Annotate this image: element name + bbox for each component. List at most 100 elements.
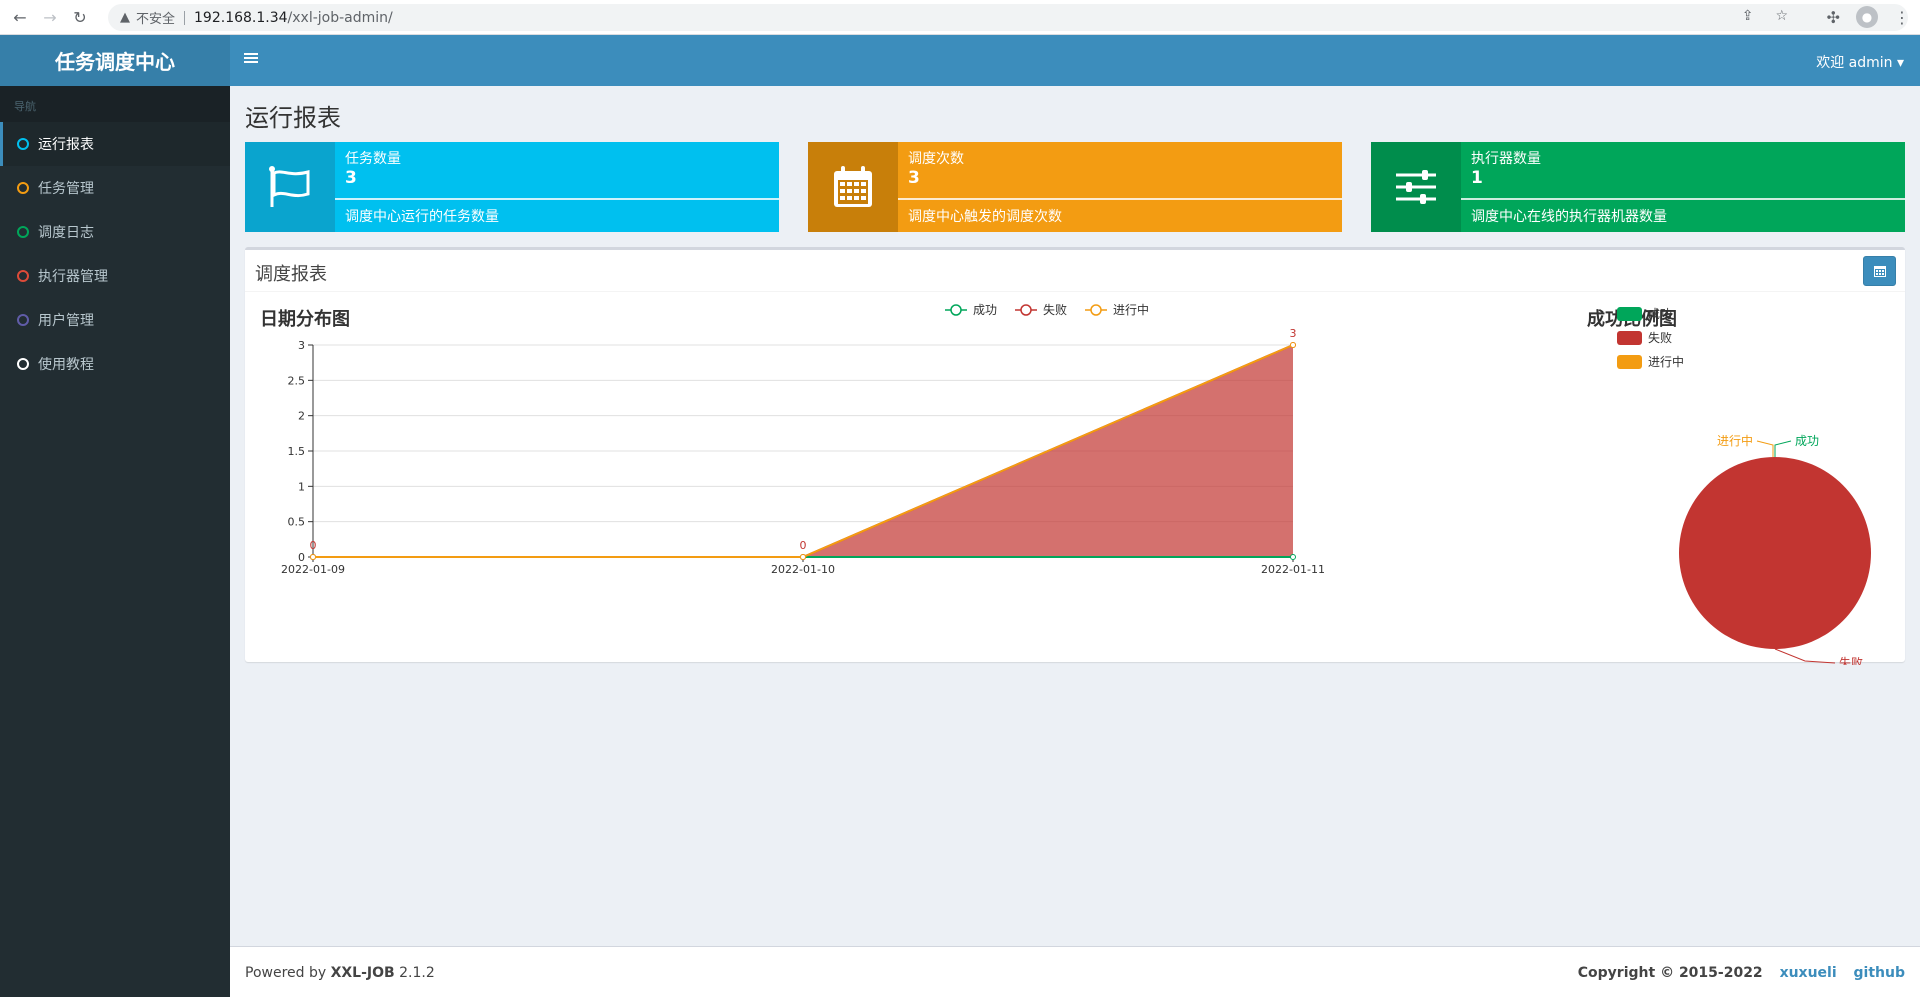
legend-label: 进行中 [1113, 302, 1149, 317]
profile-avatar-icon[interactable]: ● [1856, 6, 1878, 28]
y-tick-label: 0.5 [288, 516, 306, 529]
address-bar[interactable]: ▲ 不安全 192.168.1.34/xxl-job-admin/ ⇪ ☆ [108, 4, 1908, 31]
circle-icon [17, 138, 29, 150]
legend-swatch [1617, 307, 1642, 321]
warning-icon[interactable]: ▲ [120, 10, 130, 25]
calendar-small-icon [1873, 266, 1886, 277]
x-tick-label: 2022-01-10 [771, 563, 835, 576]
pie-chart: 成功失败进行中成功失败进行中 [1617, 307, 1871, 665]
pie-label: 进行中 [1717, 433, 1753, 448]
legend-marker [950, 304, 962, 316]
data-label: 0 [310, 539, 317, 552]
legend-label: 进行中 [1648, 354, 1684, 369]
data-label: 3 [1290, 327, 1297, 340]
sidebar-item-executors[interactable]: 执行器管理 [0, 254, 230, 298]
pie-label: 成功 [1795, 434, 1819, 448]
infobox-value: 1 [1471, 168, 1483, 188]
panel-title: 调度报表 [255, 264, 327, 285]
pie-label-line [1774, 648, 1836, 664]
sidebar-toggle-icon[interactable] [244, 49, 264, 69]
browser-toolbar: ← → ↻ ▲ 不安全 192.168.1.34/xxl-job-admin/ … [0, 0, 1920, 35]
sidebar-header: 导航 [0, 86, 230, 122]
y-tick-label: 2 [298, 410, 305, 423]
url-path: /xxl-job-admin/ [287, 9, 393, 26]
infobox-label: 执行器数量 [1471, 151, 1541, 167]
sidebar-item-users[interactable]: 用户管理 [0, 298, 230, 342]
back-icon[interactable]: ← [10, 7, 30, 27]
data-label: 0 [800, 539, 807, 552]
insecure-label: 不安全 [136, 12, 176, 27]
data-point [800, 554, 806, 560]
sidebar-item-jobs[interactable]: 任务管理 [0, 166, 230, 210]
circle-icon [17, 314, 29, 326]
bookmark-star-icon[interactable]: ☆ [1775, 8, 1788, 24]
sidebar-item-label: 使用教程 [38, 357, 94, 373]
infobox-progress [335, 198, 779, 200]
sidebar-item-report[interactable]: 运行报表 [0, 122, 230, 166]
url-host: 192.168.1.34 [194, 9, 288, 26]
legend-label: 成功 [1648, 307, 1672, 321]
share-icon[interactable]: ⇪ [1742, 8, 1754, 24]
flag-icon [245, 142, 335, 232]
infobox-label: 任务数量 [345, 151, 401, 167]
data-point [310, 554, 316, 560]
legend-marker [1090, 304, 1102, 316]
sidebar-item-label: 运行报表 [38, 137, 94, 153]
legend-label: 失败 [1043, 302, 1067, 317]
pie-label-line [1774, 440, 1792, 457]
circle-icon [17, 358, 29, 370]
legend-swatch [1617, 355, 1642, 369]
date-range-button[interactable] [1863, 256, 1896, 286]
circle-icon [17, 270, 29, 282]
sidebar-item-label: 调度日志 [38, 225, 94, 241]
infobox-value: 3 [345, 168, 357, 188]
sidebar: 导航 运行报表 任务管理 调度日志 执行器管理 用户管理 使用教程 [0, 86, 230, 997]
pie-label-line [1756, 440, 1774, 457]
footer-powered-prefix: Powered by [245, 965, 331, 981]
x-tick-label: 2022-01-09 [281, 563, 345, 576]
legend-label: 失败 [1648, 330, 1672, 345]
data-point [1290, 554, 1296, 560]
infobox-desc: 调度中心在线的执行器机器数量 [1471, 209, 1667, 225]
calendar-icon [808, 142, 898, 232]
y-tick-label: 3 [298, 339, 305, 352]
circle-icon [17, 226, 29, 238]
legend-marker [1020, 304, 1032, 316]
infobox-progress [1461, 198, 1905, 200]
infobox-desc: 调度中心运行的任务数量 [345, 209, 499, 225]
page-title: 运行报表 [245, 104, 341, 132]
app-logo[interactable]: 任务调度中心 [0, 35, 230, 86]
infobox-desc: 调度中心触发的调度次数 [908, 209, 1062, 225]
line-chart: 0 0.5 1 1.5 2 2.5 3 2022-01-09 2022-01-10 2022-01… [281, 302, 1325, 576]
x-tick-label: 2022-01-11 [1261, 563, 1325, 576]
footer-copyright: Copyright © 2015-2022 [1577, 965, 1763, 981]
infobox-progress [898, 198, 1342, 200]
infobox-jobs: 任务数量 3 调度中心运行的任务数量 [245, 142, 779, 232]
infobox-label: 调度次数 [908, 151, 964, 167]
sidebar-item-help[interactable]: 使用教程 [0, 342, 230, 386]
sidebar-item-label: 执行器管理 [38, 269, 108, 285]
footer-link-xuxueli[interactable]: xuxueli [1780, 965, 1837, 981]
reload-icon[interactable]: ↻ [70, 7, 90, 27]
infobox-executors: 执行器数量 1 调度中心在线的执行器机器数量 [1371, 142, 1905, 232]
address-separator [184, 10, 186, 25]
legend-swatch [1617, 331, 1642, 345]
infobox-value: 3 [908, 168, 920, 188]
data-point [1290, 342, 1296, 348]
footer-product-name: XXL-JOB [330, 965, 395, 981]
sidebar-item-logs[interactable]: 调度日志 [0, 210, 230, 254]
top-navbar: 欢迎 admin ▾ [230, 35, 1920, 86]
report-panel: 调度报表 日期分布图 成功比例图 00.511.522.532022-01-09… [245, 247, 1905, 665]
footer-powered: Powered by XXL-JOB 2.1.2 [245, 965, 435, 981]
pie-label: 失败 [1839, 655, 1863, 665]
extensions-icon[interactable]: ✣ [1827, 8, 1840, 27]
sliders-icon [1371, 142, 1461, 232]
infobox-triggers: 调度次数 3 调度中心触发的调度次数 [808, 142, 1342, 232]
sidebar-item-label: 用户管理 [38, 313, 94, 329]
user-menu[interactable]: 欢迎 admin ▾ [1816, 52, 1904, 72]
menu-kebab-icon[interactable]: ⋮ [1894, 8, 1910, 27]
footer-link-github[interactable]: github [1854, 965, 1905, 981]
y-tick-label: 2.5 [288, 374, 306, 387]
forward-icon[interactable]: → [40, 7, 60, 27]
footer-version: 2.1.2 [394, 965, 435, 981]
